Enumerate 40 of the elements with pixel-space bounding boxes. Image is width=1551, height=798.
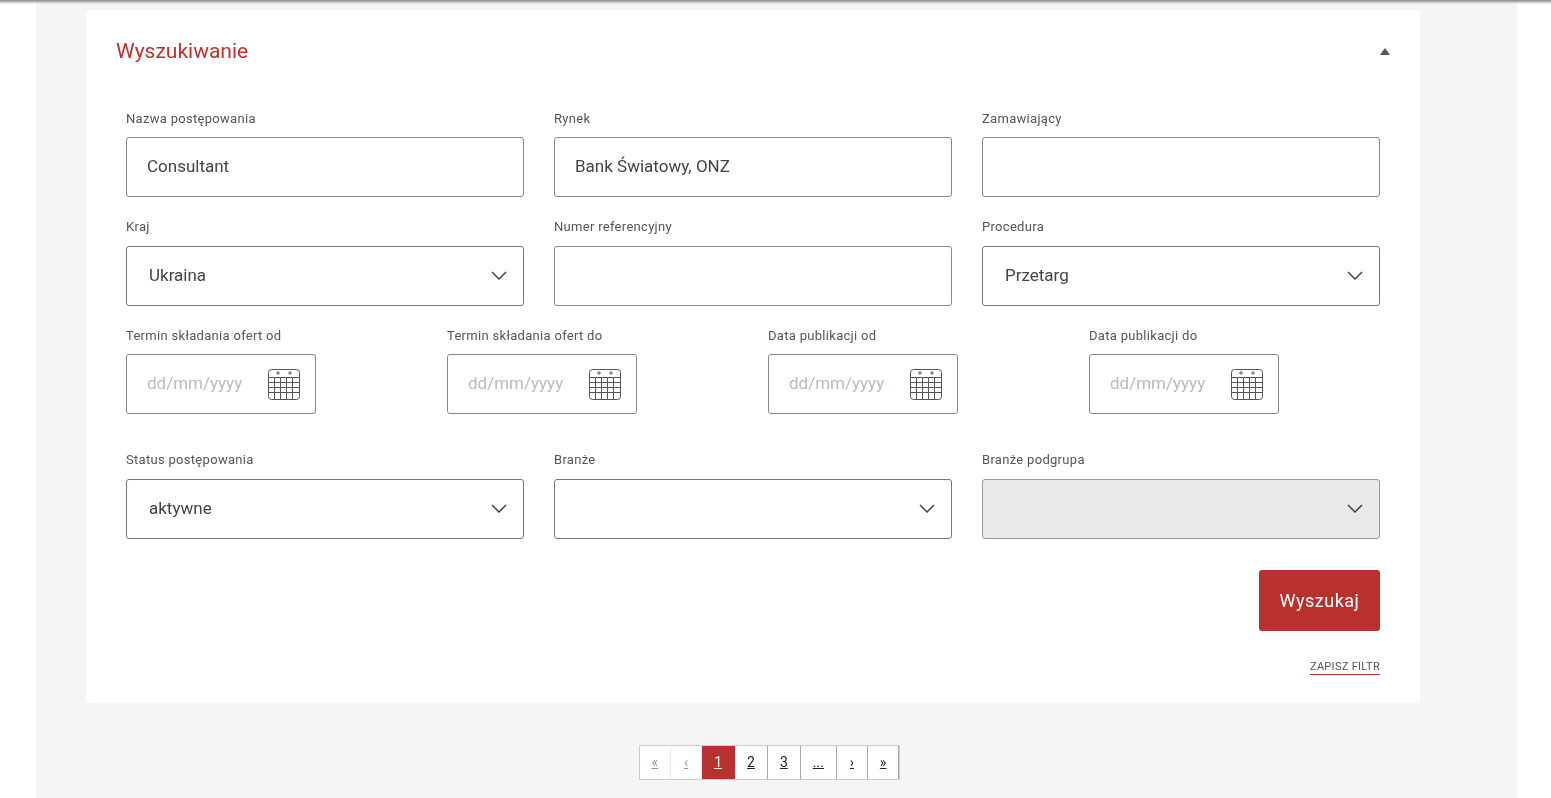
calendar-icon — [267, 367, 301, 401]
field-label: Data publikacji od — [768, 326, 878, 345]
caret-up-icon[interactable] — [1380, 48, 1390, 56]
field-label: Procedura — [982, 218, 1045, 236]
field-label: Numer referencyjny — [554, 218, 673, 236]
text-field[interactable] — [554, 245, 952, 306]
field-label: Nazwa postępowania — [126, 109, 257, 128]
select-field[interactable]: Przetarg — [982, 245, 1380, 306]
select-field[interactable]: aktywne — [126, 478, 524, 539]
chevron-down-icon — [919, 504, 935, 513]
field-label: Branże podgrupa — [982, 451, 1086, 469]
save-filter-link[interactable]: ZAPISZ FILTR — [1309, 659, 1380, 675]
pagination-button[interactable]: ... — [800, 745, 837, 779]
chevron-down-icon — [491, 271, 507, 280]
field-label: Kraj — [126, 218, 151, 236]
chevron-down-icon — [1347, 271, 1363, 280]
field-label: Termin składania ofert do — [447, 326, 604, 345]
field-label: Rynek — [554, 109, 592, 128]
chevron-down-icon — [1347, 504, 1363, 513]
chevron-down-icon — [491, 504, 507, 513]
search-button[interactable]: Wyszukaj — [1259, 569, 1380, 631]
field-label: Termin składania ofert od — [126, 326, 283, 345]
calendar-icon — [588, 367, 622, 401]
field-label: Zamawiający — [982, 109, 1063, 128]
calendar-icon — [1230, 367, 1264, 401]
text-field[interactable]: Bank Światowy, ONZ — [554, 137, 952, 197]
field-label: Data publikacji do — [1089, 326, 1199, 345]
field-label: Status postępowania — [126, 451, 255, 469]
pagination-button[interactable]: 2 — [735, 745, 768, 779]
pagination-button[interactable]: › — [836, 745, 868, 779]
select-field[interactable]: Ukraina — [126, 245, 524, 306]
text-field[interactable]: Consultant — [126, 137, 524, 197]
field-label: Branże — [554, 451, 597, 469]
pagination-button[interactable]: » — [867, 745, 900, 779]
select-field[interactable] — [554, 478, 952, 539]
pagination-button[interactable]: 3 — [767, 745, 801, 779]
pagination-button[interactable]: 1 — [702, 745, 736, 779]
calendar-icon — [909, 367, 943, 401]
text-field[interactable] — [982, 137, 1380, 197]
panel-title: Wyszukiwanie — [116, 38, 249, 65]
